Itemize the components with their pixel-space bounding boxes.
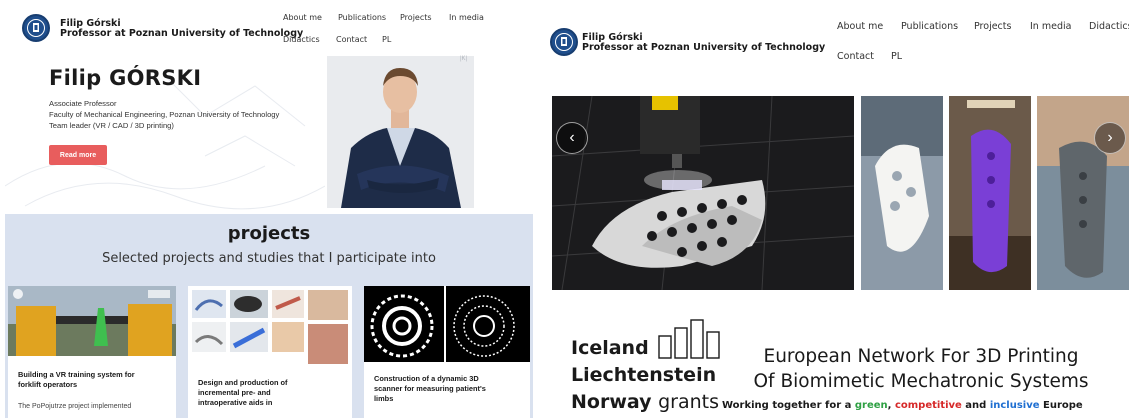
site-header: Filip Górski Professor at Poznan Univers… bbox=[0, 0, 541, 56]
nav-projects[interactable]: Projects bbox=[400, 13, 432, 22]
nav-publications[interactable]: Publications bbox=[901, 21, 958, 32]
carousel-image-printer bbox=[552, 96, 854, 290]
nav-in-media[interactable]: In media bbox=[1030, 21, 1071, 32]
hero-line: Faculty of Mechanical Engineering, Pozna… bbox=[49, 110, 280, 119]
nav-about-me[interactable]: About me bbox=[283, 13, 322, 22]
chevron-right-icon[interactable]: › bbox=[1094, 122, 1126, 154]
projects-heading: projects bbox=[227, 223, 311, 244]
card-description: The PoPojutrze project implemented bbox=[18, 403, 132, 410]
card-title-line: Building a VR training system for bbox=[18, 370, 135, 379]
chevron-left-icon[interactable]: ‹ bbox=[556, 122, 588, 154]
card-title: Construction of a dynamic 3D scanner for… bbox=[374, 374, 486, 404]
grants-bars-icon bbox=[658, 319, 720, 359]
card-title-line: limbs bbox=[374, 394, 394, 403]
card-title-line: Construction of a dynamic 3D bbox=[374, 374, 479, 383]
tagline-green: green bbox=[854, 400, 888, 411]
card-title-line: Design and production of bbox=[198, 378, 288, 387]
portrait-photo bbox=[327, 56, 474, 208]
grants-norway: Norway bbox=[571, 391, 652, 413]
university-logo[interactable] bbox=[550, 28, 578, 56]
project-card-surgical-aids[interactable]: Design and production of incremental pre… bbox=[188, 286, 352, 418]
site-brand[interactable]: Filip Górski Professor at Poznan Univers… bbox=[60, 19, 303, 39]
grants-line-liechtenstein: Liechtenstein bbox=[571, 364, 717, 386]
ad-marker: |K| bbox=[460, 56, 468, 62]
tagline-sep: and bbox=[961, 400, 990, 411]
project-card-vr-forklift[interactable]: Building a VR training system for forkli… bbox=[8, 286, 176, 418]
card-image-forklift-vr bbox=[8, 286, 176, 356]
nav-about-me[interactable]: About me bbox=[837, 21, 883, 32]
right-page: Filip Górski Professor at Poznan Univers… bbox=[541, 0, 1129, 418]
image-carousel[interactable]: ‹ › bbox=[552, 96, 1129, 290]
network-title: European Network For 3D Printing Of Biom… bbox=[731, 344, 1111, 394]
grants-line-norway: Norway grants bbox=[571, 391, 719, 413]
nav-in-media[interactable]: In media bbox=[449, 13, 484, 22]
tagline-sep: , bbox=[887, 400, 895, 411]
network-title-line: European Network For 3D Printing bbox=[763, 346, 1079, 367]
tagline-competitive: competitive bbox=[894, 400, 962, 411]
projects-section: projects Selected projects and studies t… bbox=[5, 214, 533, 418]
card-title-line: incremental pre- and bbox=[198, 388, 271, 397]
project-card-3d-scanner[interactable]: Construction of a dynamic 3D scanner for… bbox=[364, 286, 530, 418]
brand-role: Professor at Poznan University of Techno… bbox=[582, 42, 826, 53]
brand-role: Professor at Poznan University of Techno… bbox=[60, 28, 304, 39]
hero-title: Filip GÓRSKI bbox=[49, 66, 202, 90]
projects-subtitle: Selected projects and studies that I par… bbox=[102, 251, 436, 266]
tagline-prefix: Working together for a bbox=[722, 400, 855, 411]
card-title: Design and production of incremental pre… bbox=[198, 378, 288, 408]
crest-icon bbox=[555, 33, 573, 51]
grants-line-iceland: Iceland bbox=[571, 337, 649, 359]
nav-contact[interactable]: Contact bbox=[336, 35, 367, 44]
grants-word: grants bbox=[658, 391, 720, 413]
hero-section: Filip GÓRSKI Associate Professor Faculty… bbox=[5, 56, 533, 212]
card-image-scanner-pattern bbox=[364, 286, 530, 362]
card-title-line: scanner for measuring patient's bbox=[374, 384, 486, 393]
read-more-button[interactable]: Read more bbox=[49, 145, 107, 165]
nav-language[interactable]: PL bbox=[382, 35, 391, 44]
university-logo[interactable] bbox=[22, 14, 50, 42]
grants-tagline: Working together for a green, competitiv… bbox=[722, 400, 1083, 411]
hero-line: Team leader (VR / CAD / 3D printing) bbox=[49, 121, 174, 130]
nav-publications[interactable]: Publications bbox=[338, 13, 386, 22]
nav-didactics[interactable]: Didactics bbox=[283, 35, 320, 44]
nav-contact[interactable]: Contact bbox=[837, 51, 874, 62]
screenshot-root: Filip Górski Professor at Poznan Univers… bbox=[0, 0, 1129, 418]
tagline-inclusive: inclusive bbox=[989, 400, 1040, 411]
carousel-image-white-orthosis bbox=[861, 96, 943, 290]
nav-projects[interactable]: Projects bbox=[974, 21, 1011, 32]
tagline-suffix: Europe bbox=[1039, 400, 1083, 411]
nav-language[interactable]: PL bbox=[891, 51, 902, 62]
network-title-line: Of Biomimetic Mechatronic Systems bbox=[753, 371, 1089, 392]
card-image-medical-collage bbox=[188, 286, 352, 366]
carousel-image-purple-orthosis bbox=[949, 96, 1031, 290]
site-brand[interactable]: Filip Górski Professor at Poznan Univers… bbox=[582, 33, 825, 53]
card-title: Building a VR training system for forkli… bbox=[18, 370, 135, 390]
card-title-line: intraoperative aids in bbox=[198, 398, 273, 407]
left-page: Filip Górski Professor at Poznan Univers… bbox=[0, 0, 541, 418]
card-title-line: forklift operators bbox=[18, 380, 78, 389]
eea-grants-logo: Iceland Liechtenstein Norway grants bbox=[571, 318, 741, 418]
hero-line: Associate Professor bbox=[49, 99, 117, 108]
nav-didactics[interactable]: Didactics bbox=[1089, 21, 1129, 32]
hero-description: Associate Professor Faculty of Mechanica… bbox=[49, 98, 279, 131]
crest-icon bbox=[27, 19, 45, 37]
